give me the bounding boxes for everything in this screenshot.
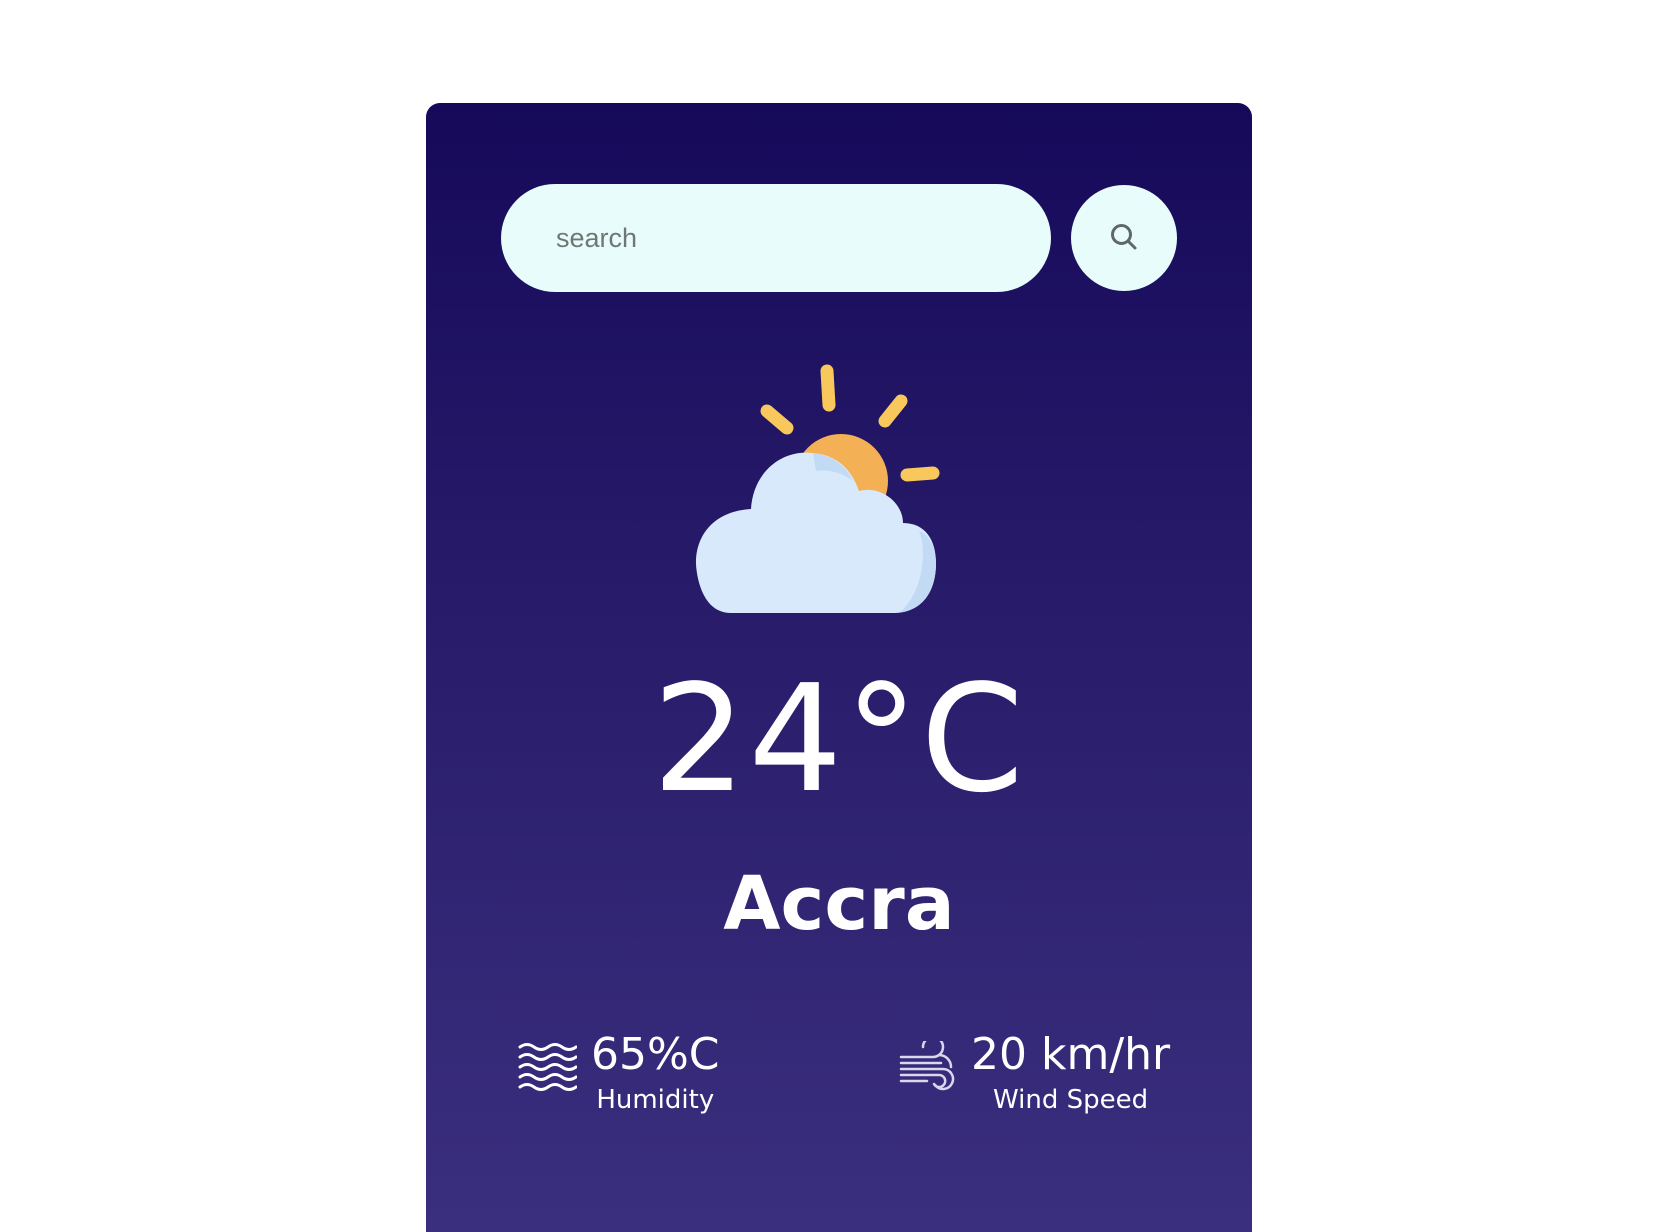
wind-stat: 20 km/hr Wind Speed: [899, 1029, 1171, 1116]
search-button[interactable]: [1071, 185, 1177, 291]
search-bar: [501, 184, 1177, 292]
partly-cloudy-icon: [681, 363, 1001, 623]
humidity-label: Humidity: [596, 1085, 715, 1116]
search-icon: [1109, 222, 1139, 255]
weather-card: 24°C Accra 65%C Humidity: [426, 103, 1252, 1232]
humidity-value: 65%C: [591, 1029, 720, 1080]
wind-speed-label: Wind Speed: [993, 1085, 1149, 1116]
wind-speed-value: 20 km/hr: [971, 1029, 1171, 1080]
search-input[interactable]: [501, 184, 1051, 292]
city-name: Accra: [723, 861, 955, 947]
humidity-waves-icon: [517, 1041, 578, 1097]
temperature: 24°C: [652, 653, 1026, 825]
wind-icon: [899, 1035, 957, 1099]
humidity-stat: 65%C Humidity: [517, 1029, 720, 1116]
